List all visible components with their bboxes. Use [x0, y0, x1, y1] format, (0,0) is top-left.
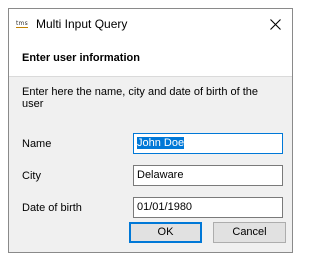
name-input[interactable]: John Doe [133, 133, 283, 154]
city-label: City [22, 170, 41, 182]
date-of-birth-input[interactable]: 01/01/1980 [133, 197, 283, 218]
city-input[interactable]: Delaware [133, 165, 283, 186]
description-text: Enter here the name, city and date of bi… [22, 86, 259, 110]
city-value: Delaware [137, 169, 184, 181]
dialog-window: tms Multi Input Query Enter user informa… [8, 8, 293, 253]
name-value: John Doe [137, 137, 185, 149]
close-button[interactable] [258, 9, 292, 39]
cancel-button[interactable]: Cancel [213, 222, 286, 243]
close-icon [269, 18, 281, 30]
window-title: Multi Input Query [36, 17, 128, 31]
ok-button[interactable]: OK [129, 222, 202, 243]
dialog-body: Enter user information Enter here the na… [9, 39, 292, 252]
title-bar[interactable]: tms Multi Input Query [9, 9, 292, 39]
app-icon: tms [16, 20, 28, 28]
date-of-birth-value: 01/01/1980 [137, 201, 193, 213]
header-panel: Enter user information [9, 39, 292, 77]
date-of-birth-label: Date of birth [22, 202, 82, 214]
name-label: Name [22, 138, 52, 150]
header-title: Enter user information [22, 52, 140, 64]
